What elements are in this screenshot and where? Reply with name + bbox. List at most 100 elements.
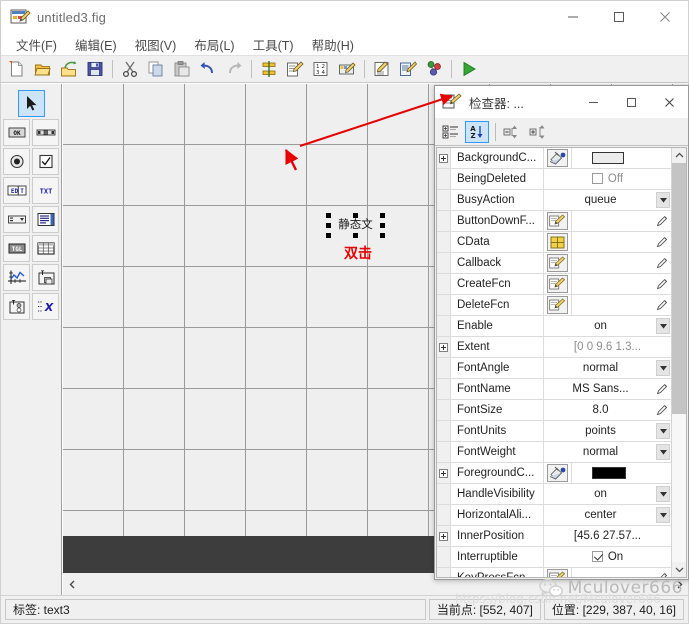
property-value[interactable]: 8.0 <box>544 400 671 420</box>
edit-pencil-icon[interactable] <box>656 299 668 311</box>
tool-button-group[interactable]: T <box>3 293 30 320</box>
inspector-vertical-scrollbar[interactable] <box>671 148 686 577</box>
row-horizontalalignment[interactable]: HorizontalAli... center <box>437 505 671 526</box>
property-value[interactable] <box>572 253 671 273</box>
dropdown-arrow-icon[interactable] <box>656 486 670 502</box>
dropdown-arrow-icon[interactable] <box>656 507 670 523</box>
row-callback[interactable]: Callback <box>437 253 671 274</box>
resize-handle-w[interactable] <box>326 223 331 228</box>
export-icon[interactable] <box>56 57 81 81</box>
scroll-down-icon[interactable] <box>671 562 686 577</box>
property-value[interactable] <box>572 568 671 577</box>
dropdown-arrow-icon[interactable] <box>656 360 670 376</box>
property-value[interactable] <box>572 295 671 315</box>
row-fontangle[interactable]: FontAngle normal <box>437 358 671 379</box>
color-picker-button[interactable] <box>547 464 568 482</box>
property-value[interactable] <box>572 148 671 168</box>
row-backgroundcolor[interactable]: BackgroundC... <box>437 148 671 169</box>
redo-icon[interactable] <box>221 57 246 81</box>
expand-toggle-icon[interactable] <box>437 526 451 546</box>
row-cdata[interactable]: CData <box>437 232 671 253</box>
close-button[interactable] <box>642 1 688 33</box>
function-editor-button[interactable] <box>547 254 568 272</box>
align-objects-icon[interactable] <box>256 57 281 81</box>
checkbox[interactable] <box>591 173 603 185</box>
property-value[interactable]: On <box>544 547 671 567</box>
resize-handle-s[interactable] <box>353 233 358 238</box>
edit-pencil-icon[interactable] <box>656 404 668 416</box>
resize-handle-nw[interactable] <box>326 213 331 218</box>
property-editor-icon-cell[interactable] <box>544 211 572 231</box>
new-file-icon[interactable] <box>4 57 29 81</box>
tool-pop-up-menu[interactable] <box>3 206 30 233</box>
property-value[interactable] <box>572 211 671 231</box>
property-editor-icon-cell[interactable] <box>544 463 572 483</box>
dropdown-arrow-icon[interactable] <box>656 192 670 208</box>
property-editor-icon-cell[interactable] <box>544 232 572 252</box>
property-value[interactable] <box>572 274 671 294</box>
property-value[interactable]: on <box>544 316 671 336</box>
property-value[interactable]: [0 0 9.6 1.3... <box>544 337 671 357</box>
property-value[interactable]: normal <box>544 358 671 378</box>
static-text-object[interactable]: 静态文 <box>326 213 385 238</box>
color-swatch[interactable] <box>592 152 624 164</box>
row-interruptible[interactable]: Interruptible On <box>437 547 671 568</box>
property-value[interactable]: [45.6 27.57... <box>544 526 671 546</box>
minimize-button[interactable] <box>550 1 596 33</box>
tool-toggle-button[interactable]: TGL <box>3 235 30 262</box>
resize-handle-ne[interactable] <box>380 213 385 218</box>
inspector-minimize-button[interactable] <box>574 86 612 118</box>
property-editor-icon-cell[interactable] <box>544 295 572 315</box>
row-handlevisibility[interactable]: HandleVisibility on <box>437 484 671 505</box>
row-keypressfcn[interactable]: KeyPressFcn <box>437 568 671 577</box>
property-value[interactable]: normal <box>544 442 671 462</box>
property-value[interactable]: center <box>544 505 671 525</box>
menu-layout[interactable]: 布局(L) <box>185 33 243 56</box>
maximize-button[interactable] <box>596 1 642 33</box>
copy-icon[interactable] <box>143 57 168 81</box>
scroll-up-icon[interactable] <box>671 148 686 163</box>
row-beingdeleted[interactable]: BeingDeleted Off <box>437 169 671 190</box>
expand-toggle-icon[interactable] <box>437 148 451 168</box>
property-value[interactable]: points <box>544 421 671 441</box>
scrollbar-track[interactable] <box>671 163 686 562</box>
property-value[interactable] <box>572 232 671 252</box>
row-deletefcn[interactable]: DeleteFcn <box>437 295 671 316</box>
tool-select-arrow[interactable] <box>17 90 45 117</box>
row-busyaction[interactable]: BusyAction queue <box>437 190 671 211</box>
property-value[interactable] <box>572 463 671 483</box>
row-fontunits[interactable]: FontUnits points <box>437 421 671 442</box>
inspector-close-button[interactable] <box>650 86 688 118</box>
resize-handle-n[interactable] <box>353 213 358 218</box>
row-fontweight[interactable]: FontWeight normal <box>437 442 671 463</box>
scroll-left-icon[interactable] <box>63 573 81 595</box>
row-fontsize[interactable]: FontSize 8.0 <box>437 400 671 421</box>
run-figure-icon[interactable] <box>456 57 481 81</box>
function-editor-button[interactable] <box>547 212 568 230</box>
cut-icon[interactable] <box>117 57 142 81</box>
dropdown-arrow-icon[interactable] <box>656 444 670 460</box>
tool-static-text[interactable]: TXT <box>32 177 59 204</box>
tab-order-editor-icon[interactable]: 1 2 3 4 <box>308 57 333 81</box>
checkbox[interactable] <box>591 551 603 563</box>
open-file-icon[interactable] <box>30 57 55 81</box>
property-editor-icon-cell[interactable] <box>544 568 572 577</box>
function-editor-button[interactable] <box>547 275 568 293</box>
expand-toggle-icon[interactable] <box>437 463 451 483</box>
row-enable[interactable]: Enable on <box>437 316 671 337</box>
property-inspector-icon[interactable] <box>395 57 420 81</box>
menu-tools[interactable]: 工具(T) <box>244 33 303 56</box>
alphabetical-sort-button[interactable]: A Z <box>465 120 489 143</box>
property-value[interactable]: Off <box>544 169 671 189</box>
inspector-property-grid[interactable]: BackgroundC... BeingDeleted Off BusyAction q… <box>436 147 687 578</box>
property-value[interactable]: queue <box>544 190 671 210</box>
property-editor-icon-cell[interactable] <box>544 253 572 273</box>
edit-pencil-icon[interactable] <box>656 572 668 577</box>
edit-pencil-icon[interactable] <box>656 257 668 269</box>
row-buttondownfcn[interactable]: ButtonDownF... <box>437 211 671 232</box>
tool-push-button[interactable]: OK <box>3 119 30 146</box>
resize-handle-se[interactable] <box>380 233 385 238</box>
menu-view[interactable]: 视图(V) <box>126 33 186 56</box>
menu-edit[interactable]: 编辑(E) <box>66 33 126 56</box>
property-list[interactable]: BackgroundC... BeingDeleted Off BusyAction q… <box>437 148 671 577</box>
